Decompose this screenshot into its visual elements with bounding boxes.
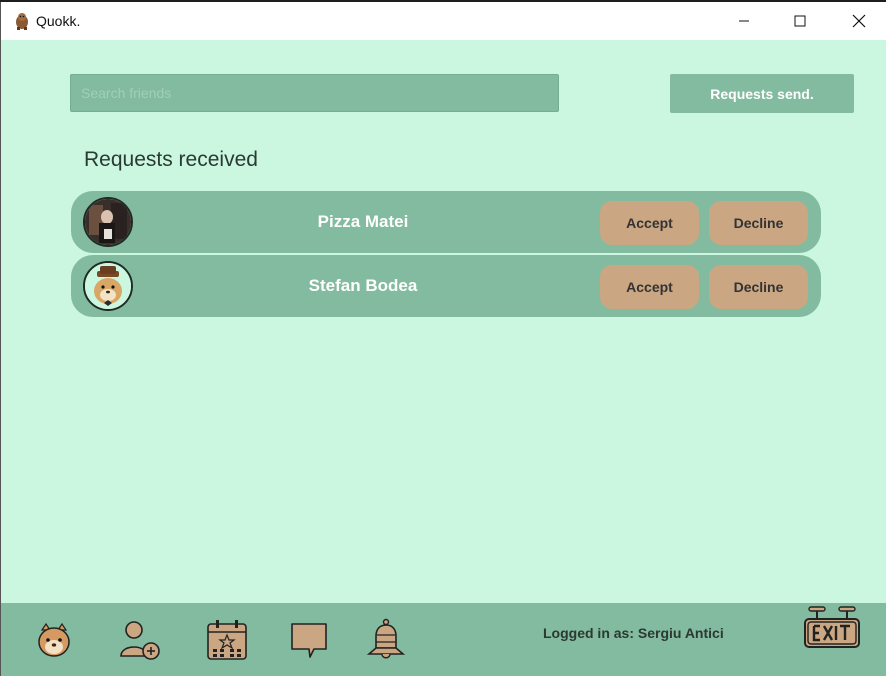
requests-send-button[interactable]: Requests send. <box>670 74 854 113</box>
chat-icon[interactable] <box>286 617 332 663</box>
bottom-nav-bar: Logged in as: Sergiu Antici <box>1 603 886 676</box>
section-title: Requests received <box>84 148 258 171</box>
close-button[interactable] <box>836 2 882 40</box>
window-title: Quokk. <box>36 13 81 29</box>
friend-name: Pizza Matei <box>317 212 409 231</box>
search-friends-input[interactable] <box>70 74 559 112</box>
maximize-button[interactable] <box>777 2 823 40</box>
accept-button[interactable]: Accept <box>600 265 699 309</box>
request-row: Pizza Matei Accept Decline <box>71 191 821 253</box>
minimize-button[interactable] <box>721 2 767 40</box>
quokka-profile-icon[interactable] <box>31 617 77 663</box>
request-row: Stefan Bodea Accept Decline <box>71 255 821 317</box>
bell-icon[interactable] <box>363 617 409 663</box>
logged-in-label: Logged in as: Sergiu Antici <box>543 625 724 641</box>
exit-sign-icon[interactable] <box>803 605 861 651</box>
accept-button[interactable]: Accept <box>600 201 699 245</box>
avatar <box>83 197 133 247</box>
decline-button[interactable]: Decline <box>709 201 808 245</box>
calendar-icon[interactable] <box>204 617 250 663</box>
app-window: Quokk. Requests send. Requests received … <box>0 2 886 676</box>
add-friend-icon[interactable] <box>117 617 163 663</box>
quokka-app-icon <box>13 11 31 31</box>
avatar <box>83 261 133 311</box>
friend-name: Stefan Bodea <box>308 276 418 295</box>
decline-button[interactable]: Decline <box>709 265 808 309</box>
title-bar: Quokk. <box>1 2 886 40</box>
